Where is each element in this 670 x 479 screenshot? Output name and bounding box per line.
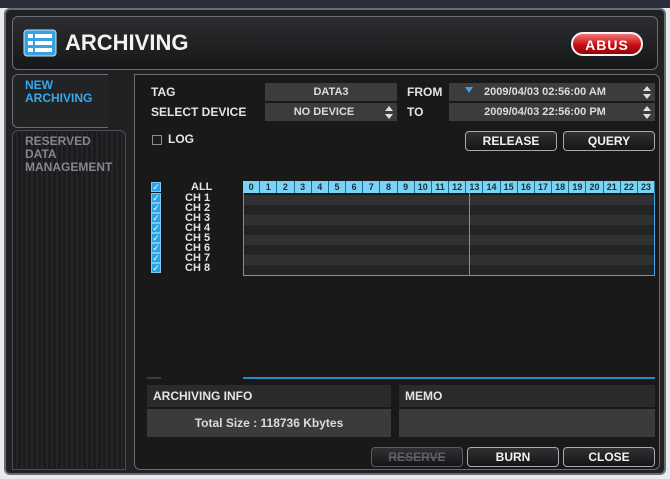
from-label: FROM xyxy=(407,85,443,99)
to-label: TO xyxy=(407,105,424,119)
sidebar-item-reserved-data-management[interactable]: RESERVED DATA MANAGEMENT xyxy=(12,130,126,470)
log-checkbox[interactable] xyxy=(152,135,162,145)
timeline-hour-label: 21 xyxy=(603,181,621,193)
archiving-info-header: ARCHIVING INFO xyxy=(147,385,391,407)
memo-field[interactable] xyxy=(399,409,655,437)
tag-field[interactable]: DATA3 xyxy=(265,83,397,101)
timeline-row[interactable] xyxy=(244,265,654,275)
timeline-hour-label: 14 xyxy=(483,181,501,193)
all-channels-checkbox[interactable]: ✓ xyxy=(151,182,161,192)
to-datetime-spinner[interactable]: 2009/04/03 22:56:00 PM xyxy=(449,103,655,121)
reserve-button[interactable]: RESERVE xyxy=(371,447,463,467)
timeline-hour-label: 9 xyxy=(397,181,415,193)
memo-header: MEMO xyxy=(399,385,655,407)
select-device-spinner[interactable]: NO DEVICE xyxy=(265,103,397,121)
timeline-hour-label: 17 xyxy=(534,181,553,193)
divider xyxy=(147,377,161,379)
timeline-row[interactable] xyxy=(244,215,654,225)
archive-list-icon xyxy=(23,29,57,57)
log-label: LOG xyxy=(168,132,194,146)
timeline-hour-label: 3 xyxy=(294,181,312,193)
tag-value: DATA3 xyxy=(313,86,349,98)
timeline-cursor[interactable] xyxy=(469,182,470,275)
abus-logo: ABUS xyxy=(571,32,643,56)
to-value: 2009/04/03 22:56:00 PM xyxy=(484,106,606,118)
channel-checkbox[interactable]: ✓ xyxy=(151,203,161,213)
timeline-hour-label: 1 xyxy=(260,181,278,193)
window-title: ARCHIVING xyxy=(65,30,189,55)
sidebar-item-new-archiving[interactable]: NEW ARCHIVING xyxy=(12,74,108,128)
close-button[interactable]: CLOSE xyxy=(563,447,655,467)
timeline-hour-label: 12 xyxy=(449,181,467,193)
timeline-hour-label: 22 xyxy=(620,181,638,193)
timeline-hour-label: 5 xyxy=(328,181,347,193)
timeline-grid[interactable] xyxy=(243,181,655,276)
divider xyxy=(243,377,655,379)
timeline-hour-label: 11 xyxy=(431,181,450,193)
top-strip xyxy=(0,0,670,8)
timeline-hour-label: 10 xyxy=(414,181,432,193)
timeline-hour-label: 4 xyxy=(311,181,329,193)
select-device-value: NO DEVICE xyxy=(293,106,355,118)
channel-checkbox[interactable]: ✓ xyxy=(151,213,161,223)
spinner-arrows-icon[interactable] xyxy=(643,106,652,119)
timeline-hour-label: 19 xyxy=(569,181,587,193)
timeline-row[interactable] xyxy=(244,225,654,235)
channel-checkbox[interactable]: ✓ xyxy=(151,223,161,233)
timeline-row[interactable] xyxy=(244,255,654,265)
burn-button[interactable]: BURN xyxy=(467,447,559,467)
spinner-arrows-icon[interactable] xyxy=(385,106,394,119)
archiving-info-total-size: Total Size : 118736 Kbytes xyxy=(147,409,391,437)
title-bar: ARCHIVING ABUS xyxy=(12,16,658,70)
tag-label: TAG xyxy=(151,85,176,99)
timeline-row[interactable] xyxy=(244,195,654,205)
timeline-hour-label: 16 xyxy=(517,181,535,193)
select-device-label: SELECT DEVICE xyxy=(151,105,247,119)
channel-checkbox[interactable]: ✓ xyxy=(151,193,161,203)
timeline-hour-label: 7 xyxy=(363,181,381,193)
timeline-hours: 0 1 2 3 4 5 6 7 8 9 10 11 12 13 14 15 16 17 18 19 20 21 22 23 xyxy=(243,181,656,193)
all-channels-label: ALL xyxy=(191,181,213,193)
spinner-arrows-icon[interactable] xyxy=(643,86,652,99)
timeline-hour-label: 23 xyxy=(637,181,656,193)
archiving-window: ARCHIVING ABUS NEW ARCHIVING RESERVED DA… xyxy=(4,8,666,475)
timeline-hour-label: 15 xyxy=(500,181,518,193)
timeline-hour-label: 8 xyxy=(380,181,398,193)
timeline-hour-label: 20 xyxy=(586,181,604,193)
release-button[interactable]: RELEASE xyxy=(465,131,557,151)
timeline-hour-label: 2 xyxy=(277,181,295,193)
timeline-row[interactable] xyxy=(244,245,654,255)
timeline-hour-label: 13 xyxy=(466,181,484,193)
channel-checkbox[interactable]: ✓ xyxy=(151,243,161,253)
channel-label: CH 8 xyxy=(185,263,211,272)
from-datetime-spinner[interactable]: 2009/04/03 02:56:00 AM xyxy=(449,83,655,101)
timeline-hour-label: 0 xyxy=(243,181,261,193)
main-panel: TAG DATA3 SELECT DEVICE NO DEVICE FROM 2… xyxy=(134,74,660,470)
channel-checkbox[interactable]: ✓ xyxy=(151,263,161,273)
channel-checkbox[interactable]: ✓ xyxy=(151,253,161,263)
timeline-cursor-marker[interactable] xyxy=(465,87,473,93)
channel-label: CH 7 xyxy=(185,252,211,264)
sidebar: NEW ARCHIVING RESERVED DATA MANAGEMENT xyxy=(12,74,136,470)
timeline-row[interactable] xyxy=(244,235,654,245)
query-button[interactable]: QUERY xyxy=(563,131,655,151)
timeline-hour-label: 6 xyxy=(346,181,364,193)
timeline-row[interactable] xyxy=(244,205,654,215)
from-value: 2009/04/03 02:56:00 AM xyxy=(484,86,606,98)
timeline-hour-label: 18 xyxy=(552,181,570,193)
channel-checkbox[interactable]: ✓ xyxy=(151,233,161,243)
